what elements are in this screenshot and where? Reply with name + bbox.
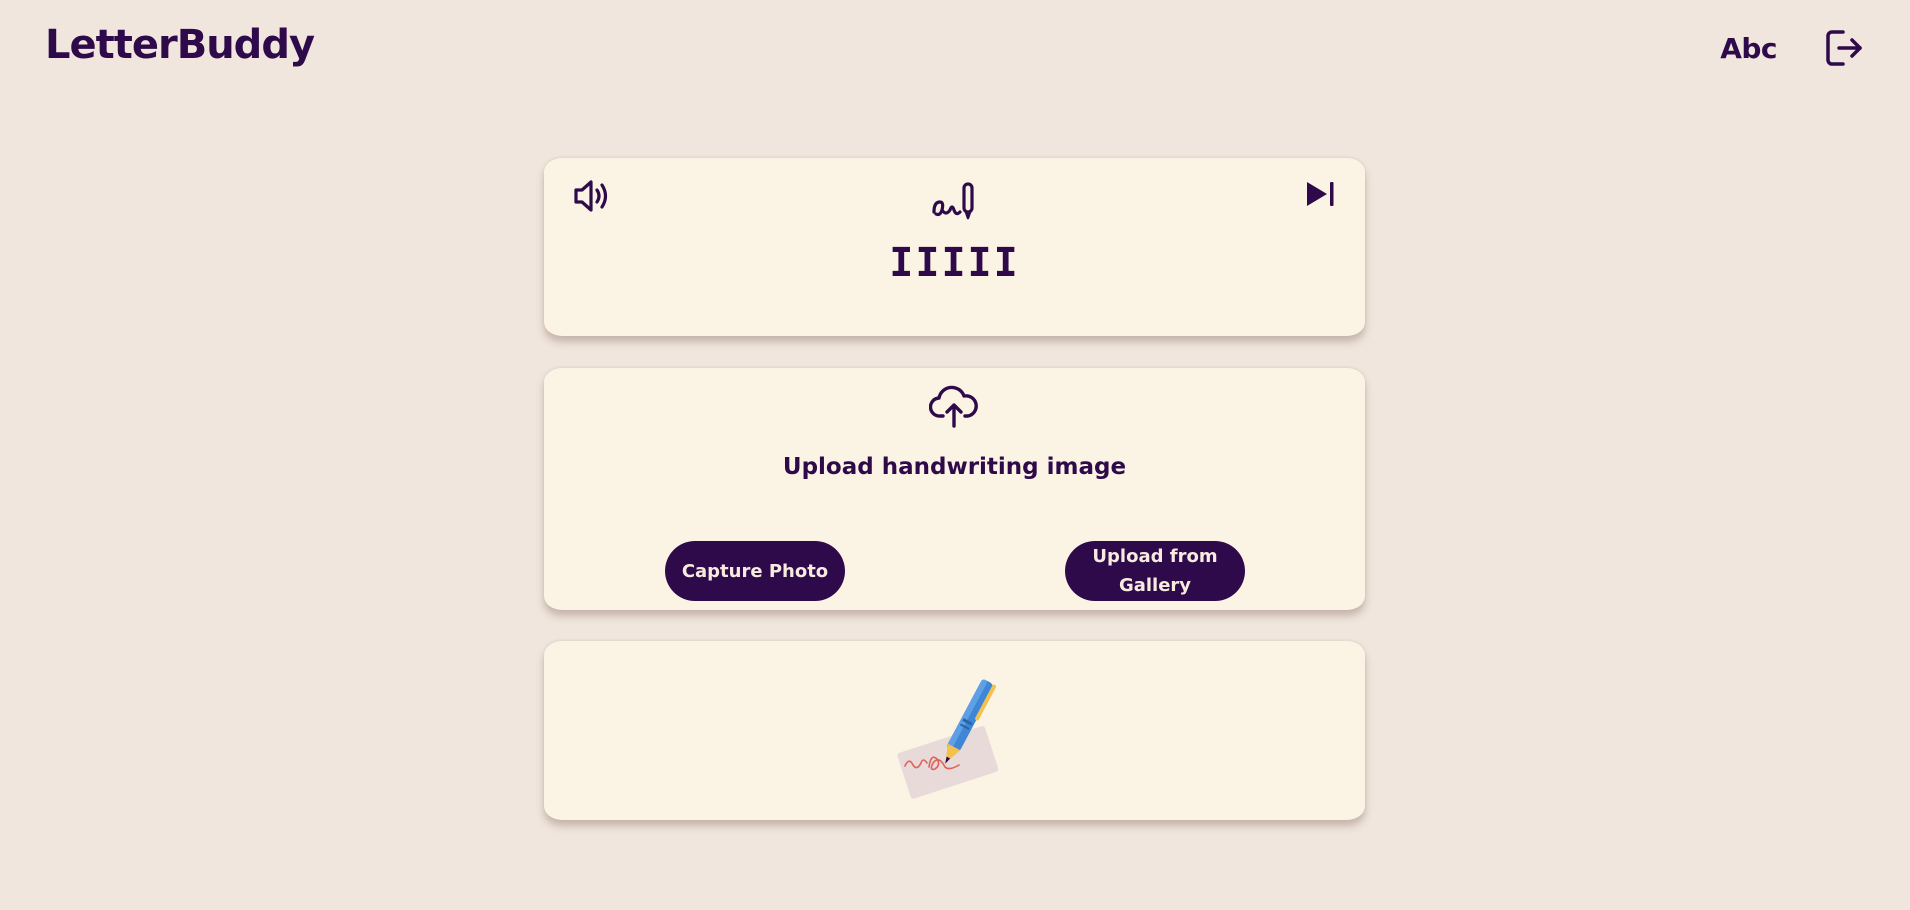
header-actions: Abc bbox=[1720, 28, 1865, 68]
logout-icon bbox=[1826, 30, 1862, 66]
practice-card: IIIII bbox=[544, 158, 1365, 336]
skip-next-icon bbox=[1307, 182, 1334, 206]
upload-from-gallery-button[interactable]: Upload from Gallery bbox=[1065, 541, 1245, 601]
capture-photo-button[interactable]: Capture Photo bbox=[665, 541, 845, 601]
upload-card: Upload handwriting image Capture Photo U… bbox=[544, 368, 1365, 610]
app-logo: LetterBuddy bbox=[45, 22, 315, 68]
skip-button[interactable] bbox=[1303, 178, 1337, 210]
target-letter: IIIII bbox=[889, 240, 1020, 286]
pen-writing-illustration bbox=[889, 671, 1019, 805]
result-card bbox=[544, 641, 1365, 820]
handwriting-icon bbox=[930, 176, 978, 228]
speaker-icon bbox=[574, 180, 608, 212]
font-toggle-button[interactable]: Abc bbox=[1720, 32, 1777, 65]
logout-button[interactable] bbox=[1823, 28, 1865, 68]
cloud-upload-icon bbox=[928, 384, 979, 432]
play-sound-button[interactable] bbox=[572, 176, 614, 216]
upload-label: Upload handwriting image bbox=[782, 454, 1127, 480]
